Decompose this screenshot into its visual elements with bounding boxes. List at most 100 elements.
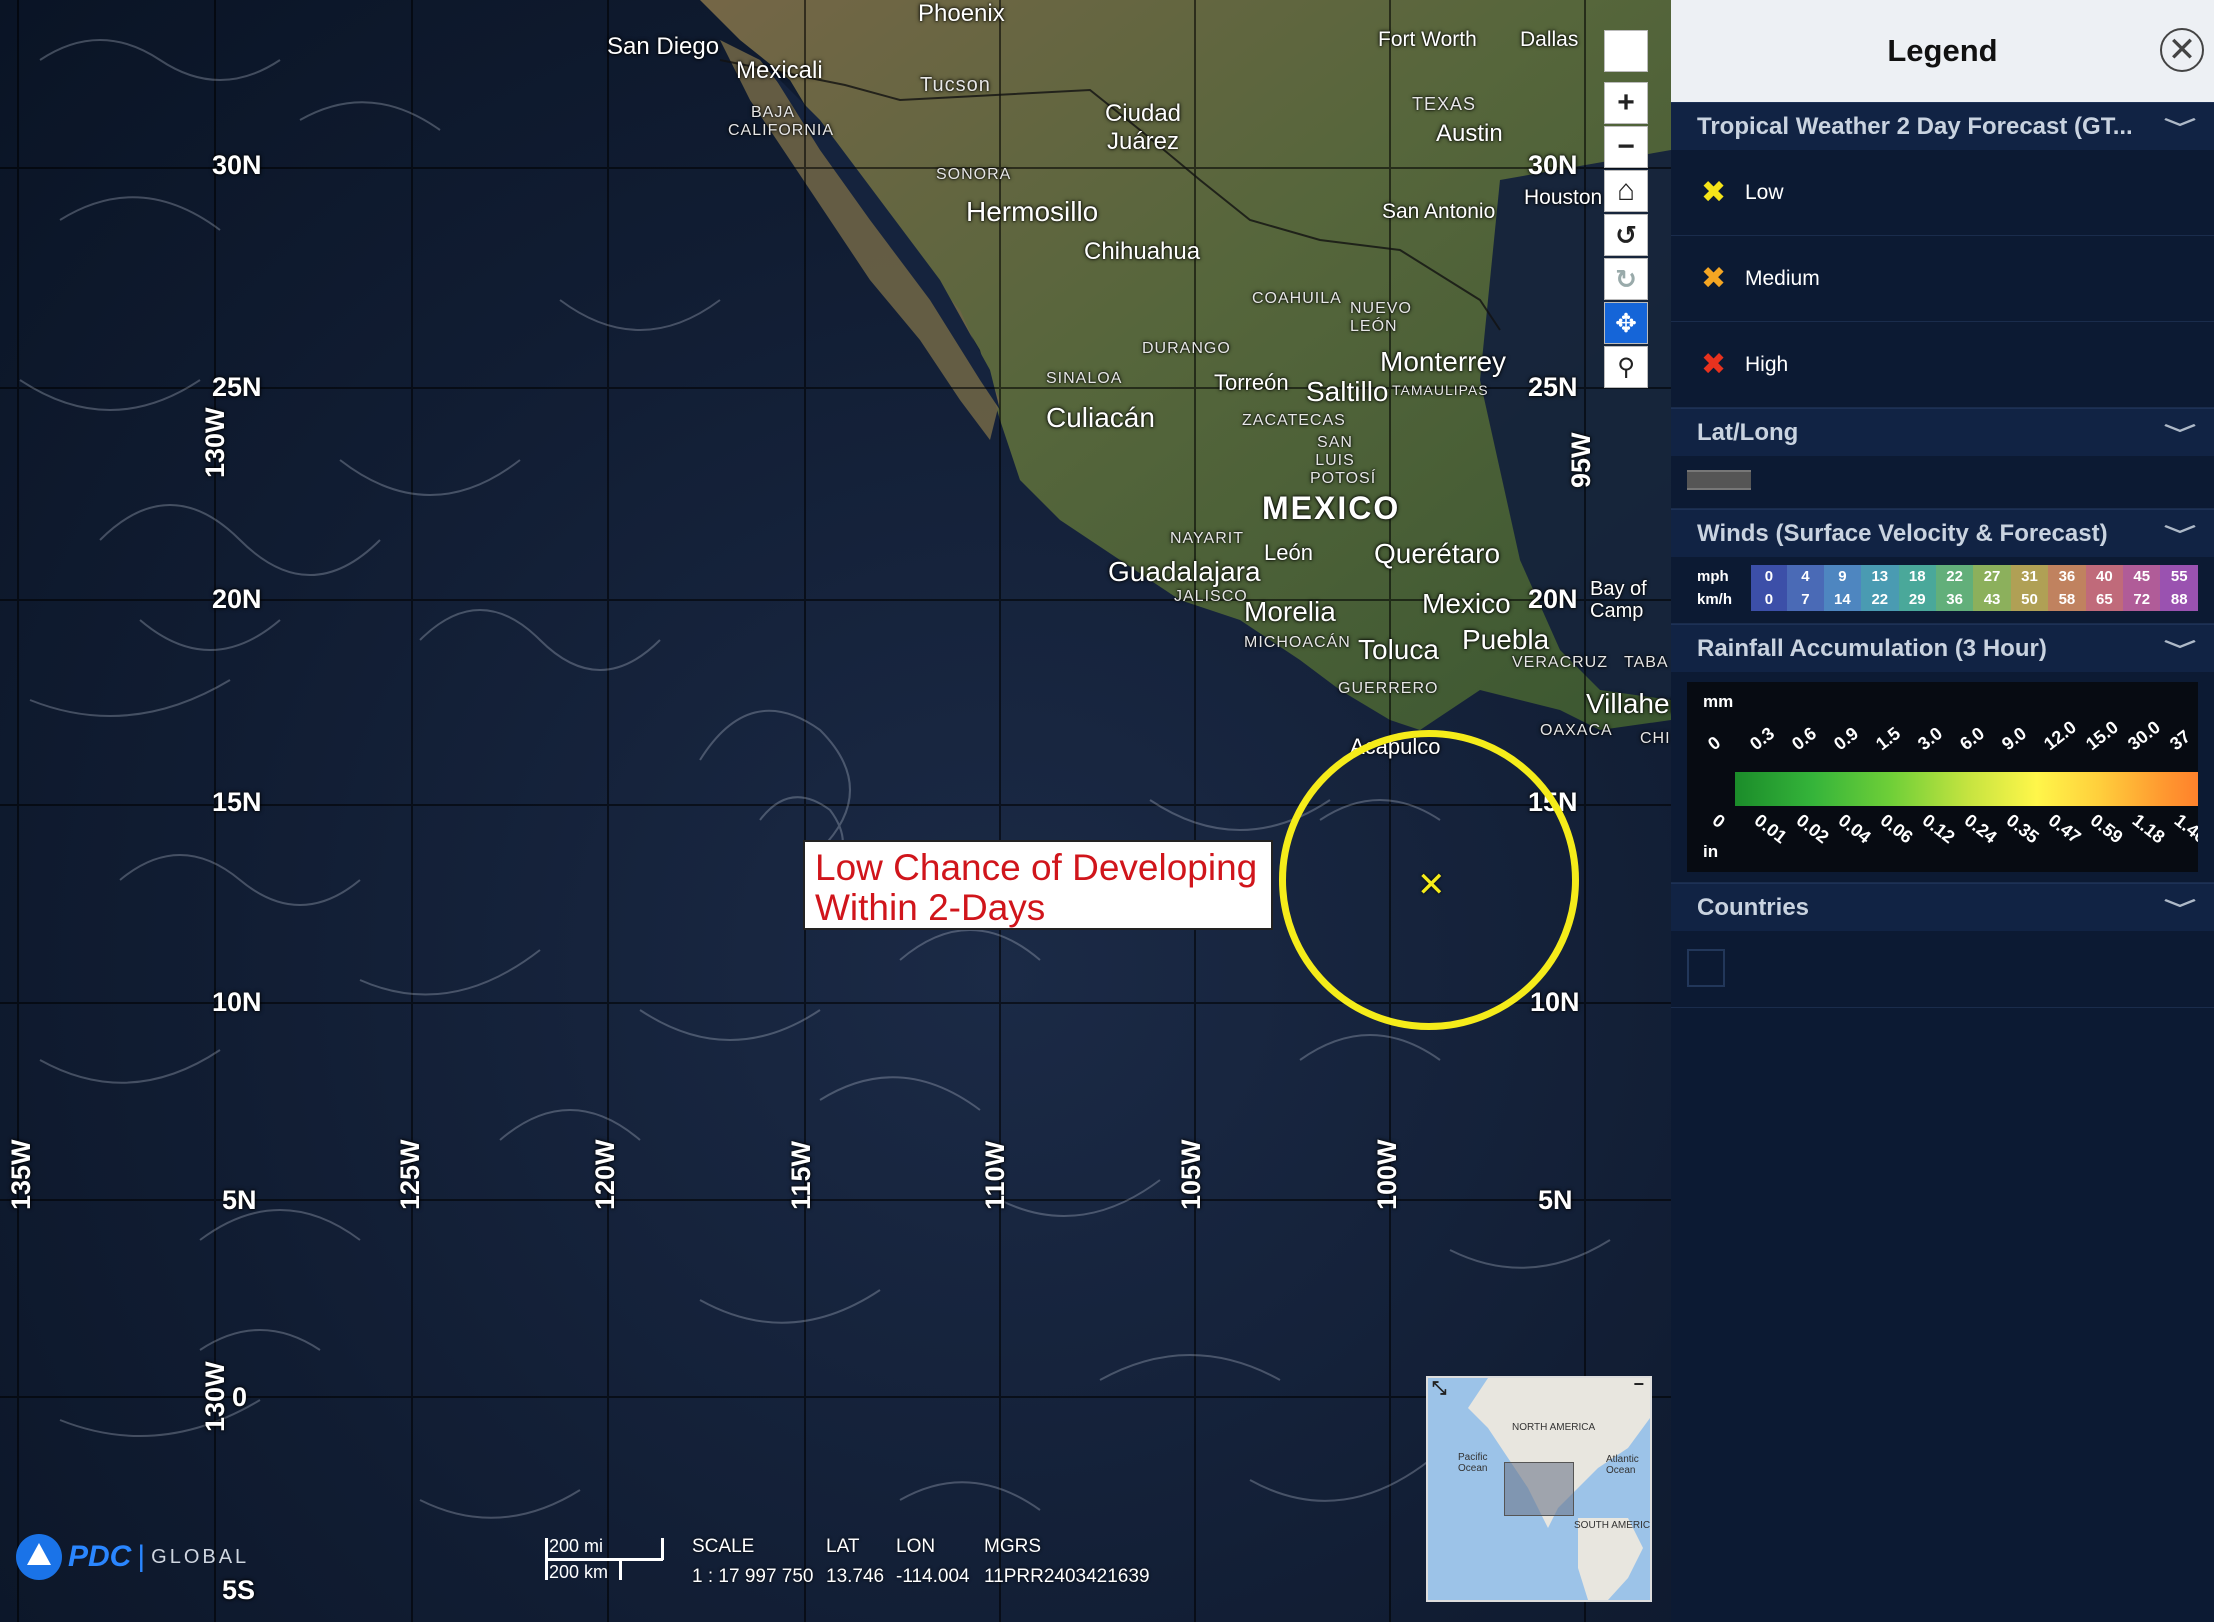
chevron-down-icon[interactable]: ﹀ [2164, 634, 2196, 663]
lat-label-10n: 10N [212, 987, 262, 1017]
overview-extent-box[interactable] [1504, 1462, 1574, 1516]
place-label: Puebla [1462, 624, 1550, 655]
wind-kmh-value: 72 [2123, 588, 2161, 611]
section-tropical-forecast[interactable]: Tropical Weather 2 Day Forecast (GT... ﹀ [1671, 102, 2214, 150]
place-label: SINALOA [1046, 370, 1123, 387]
chevron-down-icon[interactable]: ﹀ [2164, 519, 2196, 548]
rotate-cw-icon[interactable]: ↻ [1604, 258, 1648, 300]
home-icon[interactable]: ⌂ [1604, 170, 1648, 212]
section-title: Winds (Surface Velocity & Forecast) [1697, 519, 2108, 547]
place-label: San Diego [607, 33, 720, 60]
chevron-down-icon[interactable]: ﹀ [2164, 112, 2196, 141]
zoom-out-button[interactable]: − [1604, 126, 1648, 168]
low-chance-marker-icon[interactable]: ✕ [1417, 868, 1446, 902]
collapse-icon[interactable]: − [1633, 1378, 1644, 1395]
wind-mph-value: 36 [2048, 565, 2086, 588]
place-label: OAXACA [1540, 722, 1613, 739]
lon-value: -114.004 [896, 1566, 970, 1587]
lat-label-5n: 5N [222, 1185, 257, 1215]
wind-mph-value: 55 [2160, 565, 2198, 588]
rotate-ccw-icon[interactable]: ↺ [1604, 214, 1648, 256]
wind-kmh-value: 36 [1935, 588, 1974, 611]
lat-value: 13.746 [826, 1566, 885, 1587]
place-label: COAHUILA [1252, 290, 1342, 307]
mgrs-value: 11PRR2403421639 [984, 1566, 1150, 1587]
place-label: Fort Worth [1378, 28, 1477, 51]
lon-label-120w: 120W [590, 1139, 620, 1210]
wind-mph-value: 22 [1935, 565, 1974, 588]
pan-icon[interactable]: ✥ [1604, 302, 1648, 344]
section-title: Lat/Long [1697, 418, 1799, 446]
place-label: Toluca [1358, 634, 1439, 665]
chevron-down-icon[interactable]: ﹀ [2164, 893, 2196, 922]
map-canvas[interactable]: 30N 25N 20N 15N 10N 5N 0 5S 30N 25N 20N … [0, 0, 1671, 1622]
section-latlong[interactable]: Lat/Long ﹀ [1671, 408, 2214, 456]
section-winds[interactable]: Winds (Surface Velocity & Forecast) ﹀ [1671, 509, 2214, 557]
legend-title: Legend [1887, 33, 1998, 68]
forecast-item-low: ✖ Low [1671, 150, 2214, 236]
place-label: Chihuahua [1084, 238, 1201, 265]
scale-miles: 200 mi [549, 1536, 604, 1556]
rain-mm-tick: 1.5 [1872, 723, 1905, 755]
zoom-box-icon[interactable]: ⚲ [1604, 346, 1648, 388]
place-label: Mexico [1422, 588, 1511, 619]
place-label: Monterrey [1380, 346, 1507, 377]
rain-in-tick: 0.47 [2044, 810, 2085, 848]
scale-value: 1 : 17 997 750 [692, 1566, 814, 1587]
forecast-label: Low [1745, 180, 1784, 204]
overview-map[interactable]: NORTH AMERICA Pacific Ocean Atlantic Oce… [1426, 1376, 1652, 1602]
section-countries[interactable]: Countries ﹀ [1671, 883, 2214, 931]
latlong-body [1671, 456, 2214, 509]
rain-in-tick: 0.35 [2002, 810, 2043, 848]
place-label: San Antonio [1382, 200, 1496, 223]
place-label: NUEVO LEÓN [1350, 300, 1412, 335]
place-label: SAN LUIS POTOSÍ [1310, 434, 1377, 487]
wind-kmh-value: 29 [1898, 588, 1936, 611]
lon-header: LON [896, 1536, 936, 1557]
lon-label-95w: 95W [1566, 432, 1596, 488]
chevron-down-icon[interactable]: ﹀ [2164, 418, 2196, 447]
wind-kmh-value: 14 [1823, 588, 1862, 611]
lat-label-15n: 15N [212, 787, 262, 817]
place-label: GUERRERO [1338, 680, 1439, 697]
rain-in-tick: 0.01 [1750, 810, 1791, 848]
expand-icon[interactable]: ⤡ [1432, 1378, 1446, 1399]
rain-mm-tick: 0.6 [1788, 723, 1821, 755]
place-label: DURANGO [1142, 340, 1231, 357]
blank-tool-button[interactable] [1604, 30, 1648, 72]
place-label: Austin [1436, 120, 1503, 147]
close-icon[interactable]: ✕ [2160, 28, 2204, 72]
section-rainfall[interactable]: Rainfall Accumulation (3 Hour) ﹀ [1671, 624, 2214, 672]
place-label: Morelia [1244, 596, 1336, 627]
wind-mph-value: 18 [1898, 565, 1936, 588]
rain-unit-in: in [1703, 842, 1719, 861]
rain-mm-tick: 37 [2166, 726, 2195, 755]
rain-mm-tick: 0 [1704, 732, 1725, 755]
place-label: Saltillo [1306, 376, 1389, 407]
forecast-label: Medium [1745, 266, 1820, 290]
lon-label-125w: 125W [395, 1139, 425, 1210]
country-label: MEXICO [1262, 490, 1401, 526]
place-label: León [1264, 540, 1313, 565]
rain-mm-tick: 12.0 [2040, 716, 2081, 755]
rain-in-tick: 1.18 [2128, 810, 2169, 848]
lat-label-right-10n: 10N [1530, 987, 1580, 1017]
place-label: MICHOACÁN [1244, 634, 1351, 651]
scale-km: 200 km [549, 1562, 609, 1582]
zoom-in-button[interactable]: + [1604, 82, 1648, 124]
place-label: JALISCO [1174, 588, 1248, 605]
forecast-label: High [1745, 352, 1789, 376]
place-label: Hermosillo [966, 196, 1099, 227]
section-title: Rainfall Accumulation (3 Hour) [1697, 634, 2047, 662]
rainfall-scale: mm in 0 0.3 0.6 0.9 1.5 3.0 6.0 9.0 12.0 15.0 30.0… [1687, 682, 2198, 872]
place-label: Phoenix [918, 0, 1005, 27]
place-label: NAYARIT [1170, 530, 1244, 547]
wind-mph-value: 9 [1823, 565, 1862, 588]
section-title: Tropical Weather 2 Day Forecast (GT... [1697, 112, 2133, 140]
wind-mph-value: 0 [1750, 565, 1788, 588]
place-label: Dallas [1520, 28, 1579, 51]
place-label: TABA [1624, 654, 1669, 671]
place-label: CHI [1640, 730, 1671, 747]
mgrs-header: MGRS [984, 1536, 1041, 1557]
wind-unit-kmh: km/h [1697, 591, 1733, 608]
